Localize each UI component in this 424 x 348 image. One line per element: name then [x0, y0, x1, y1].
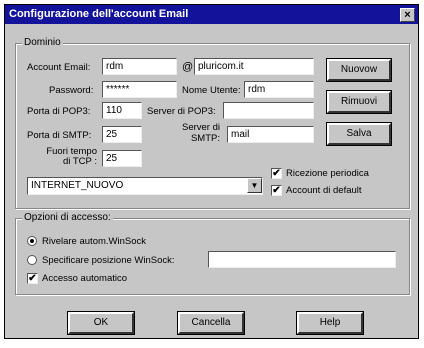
connection-select-value: INTERNET_NUOVO: [31, 180, 124, 191]
radio-selected-dot: [30, 239, 34, 243]
porta-pop3-input[interactable]: 110: [102, 102, 142, 119]
password-input[interactable]: ******: [102, 81, 177, 98]
account-email-label: Account Email:: [27, 62, 91, 73]
server-pop3-label: Server di POP3:: [147, 106, 216, 117]
password-label: Password:: [49, 85, 94, 96]
at-sign-label: @: [182, 61, 194, 73]
rivelare-winsock-label: Rivelare autom.WinSock: [42, 236, 147, 247]
accesso-automatico-checkbox[interactable]: ✔: [27, 273, 38, 284]
ricezione-periodica-checkbox[interactable]: ✔: [271, 168, 282, 179]
server-smtp-label-1: Server di: [181, 122, 220, 133]
ok-button[interactable]: OK: [67, 311, 135, 335]
porta-pop3-label: Porta di POP3:: [27, 106, 91, 117]
cancella-button-label: Cancella: [191, 317, 231, 328]
specificare-winsock-radio[interactable]: [27, 255, 37, 265]
nome-utente-label: Nome Utente:: [182, 85, 241, 96]
rimuovi-button-label: Rimuovi: [340, 96, 378, 107]
help-button-label: Help: [319, 317, 341, 328]
account-email-input[interactable]: rdm: [102, 58, 177, 75]
specificare-winsock-label: Specificare posizione WinSock:: [42, 255, 175, 266]
porta-smtp-input[interactable]: 25: [102, 126, 142, 143]
help-button[interactable]: Help: [296, 311, 364, 335]
account-config-dialog: Configurazione dell'account Email × Domi…: [4, 4, 419, 339]
title-bar: Configurazione dell'account Email ×: [5, 5, 418, 24]
check-icon: ✔: [272, 168, 281, 179]
close-button[interactable]: ×: [400, 8, 415, 22]
server-pop3-input[interactable]: [223, 102, 314, 119]
connection-dropdown-button[interactable]: ▼: [247, 178, 262, 193]
ricezione-periodica-label: Ricezione periodica: [286, 168, 369, 179]
rivelare-winsock-radio[interactable]: [27, 236, 37, 246]
salva-button[interactable]: Salva: [326, 122, 392, 146]
window-title: Configurazione dell'account Email: [9, 8, 189, 20]
dominio-group-label: Dominio: [22, 37, 63, 48]
fuori-tempo-input[interactable]: 25: [102, 150, 142, 167]
nuovo-button[interactable]: Nuovow: [326, 58, 392, 82]
check-icon: ✔: [28, 273, 37, 284]
check-icon: ✔: [272, 185, 281, 196]
winsock-path-input[interactable]: [208, 251, 396, 268]
server-smtp-input[interactable]: mail: [227, 126, 314, 143]
account-default-label: Account di default: [286, 185, 362, 196]
domain-input[interactable]: pluricom.it: [194, 58, 314, 75]
fuori-tempo-label-2: di TCP :: [63, 156, 97, 167]
accesso-group-label: Opzioni di accesso:: [22, 212, 113, 223]
salva-button-label: Salva: [346, 128, 372, 139]
server-smtp-label-2: SMTP:: [190, 133, 220, 144]
nuovo-button-label: Nuovow: [340, 64, 378, 75]
ok-button-label: OK: [93, 317, 109, 328]
rimuovi-button[interactable]: Rimuovi: [326, 90, 392, 114]
porta-smtp-label: Porta di SMTP:: [27, 130, 92, 141]
nome-utente-input[interactable]: rdm: [244, 81, 314, 98]
connection-select[interactable]: INTERNET_NUOVO: [27, 177, 263, 195]
cancella-button[interactable]: Cancella: [177, 311, 245, 335]
chevron-down-icon: ▼: [250, 181, 259, 190]
close-icon: ×: [404, 9, 411, 21]
accesso-automatico-label: Accesso automatico: [42, 273, 128, 284]
account-default-checkbox[interactable]: ✔: [271, 185, 282, 196]
